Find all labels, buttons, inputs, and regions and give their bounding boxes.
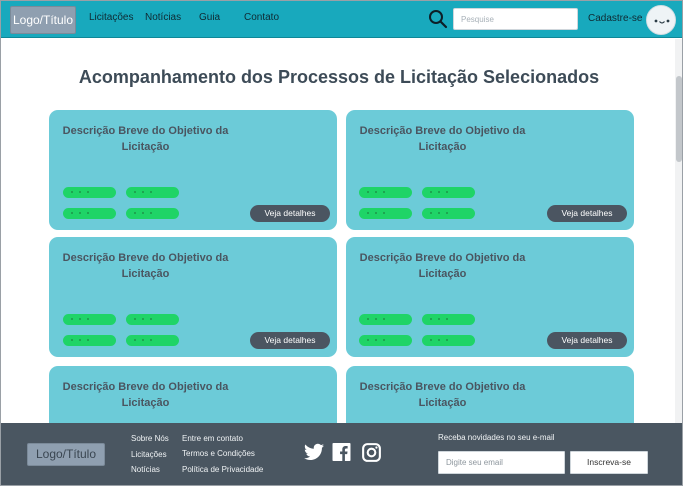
status-pill — [63, 314, 116, 325]
search-input[interactable] — [453, 8, 578, 30]
card-title: Descrição Breve do Objetivo da Licitação — [62, 252, 229, 280]
footer-link-licitacoes[interactable]: Licitações — [131, 450, 167, 459]
page-frame: Logo/Título Licitações Notícias Guia Con… — [0, 0, 683, 486]
nav-noticias[interactable]: Notícias — [145, 12, 181, 23]
nav-contato[interactable]: Contato — [244, 12, 279, 23]
status-pill — [359, 314, 412, 325]
card-title: Descrição Breve do Objetivo da Licitação — [359, 125, 526, 153]
subscribe-button[interactable]: Inscreva-se — [570, 451, 648, 474]
nav-licitacoes[interactable]: Licitações — [89, 12, 133, 23]
status-pill — [359, 208, 412, 219]
card-title: Descrição Breve do Objetivo da Licitação — [62, 381, 229, 409]
footer-link-termos[interactable]: Termos e Condições — [182, 449, 255, 458]
newsletter-label: Receba novidades no seu e-mail — [438, 433, 555, 442]
footer-link-privacidade[interactable]: Política de Privacidade — [182, 465, 263, 474]
status-pill — [422, 314, 475, 325]
status-pill — [63, 187, 116, 198]
page-title: Acompanhamento dos Processos de Licitaçã… — [78, 67, 600, 87]
details-button[interactable]: Veja detalhes — [547, 332, 627, 349]
status-pill — [422, 208, 475, 219]
process-card[interactable]: Descrição Breve do Objetivo da Licitação… — [49, 110, 337, 230]
process-card[interactable]: Descrição Breve do Objetivo da Licitação… — [49, 237, 337, 357]
status-pill — [422, 187, 475, 198]
status-pill — [63, 335, 116, 346]
card-title: Descrição Breve do Objetivo da Licitação — [359, 252, 526, 280]
footer-link-noticias[interactable]: Notícias — [131, 465, 160, 474]
status-pill — [126, 187, 179, 198]
details-button[interactable]: Veja detalhes — [547, 205, 627, 222]
site-footer: Logo/Título Sobre Nós Licitações Notícia… — [1, 423, 682, 485]
status-pill — [126, 335, 179, 346]
avatar[interactable] — [646, 5, 676, 35]
card-title: Descrição Breve do Objetivo da Licitação — [359, 381, 526, 409]
details-button[interactable]: Veja detalhes — [250, 332, 330, 349]
footer-link-sobre-nos[interactable]: Sobre Nós — [131, 434, 169, 443]
process-card[interactable]: Descrição Breve do Objetivo da Licitação… — [346, 237, 634, 357]
smiley-face-icon — [654, 19, 670, 24]
nav-guia[interactable]: Guia — [199, 12, 220, 23]
twitter-icon[interactable] — [304, 443, 324, 461]
card-title: Descrição Breve do Objetivo da Licitação — [62, 125, 229, 153]
status-pill — [359, 187, 412, 198]
footer-link-contato[interactable]: Entre em contato — [182, 434, 243, 443]
instagram-icon[interactable] — [362, 443, 381, 462]
signup-link[interactable]: Cadastre-se — [588, 13, 642, 24]
vertical-scrollbar[interactable] — [675, 39, 682, 424]
search-icon[interactable] — [428, 9, 448, 29]
status-pill — [126, 208, 179, 219]
details-button[interactable]: Veja detalhes — [250, 205, 330, 222]
top-navbar: Logo/Título Licitações Notícias Guia Con… — [1, 1, 682, 38]
logo-button[interactable]: Logo/Título — [10, 6, 76, 34]
status-pill — [422, 335, 475, 346]
scrollbar-thumb[interactable] — [676, 76, 682, 162]
facebook-icon[interactable] — [332, 443, 351, 461]
footer-logo-button[interactable]: Logo/Título — [27, 443, 105, 466]
status-pill — [126, 314, 179, 325]
process-card[interactable]: Descrição Breve do Objetivo da Licitação… — [346, 110, 634, 230]
email-field[interactable] — [438, 451, 565, 474]
status-pill — [359, 335, 412, 346]
status-pill — [63, 208, 116, 219]
